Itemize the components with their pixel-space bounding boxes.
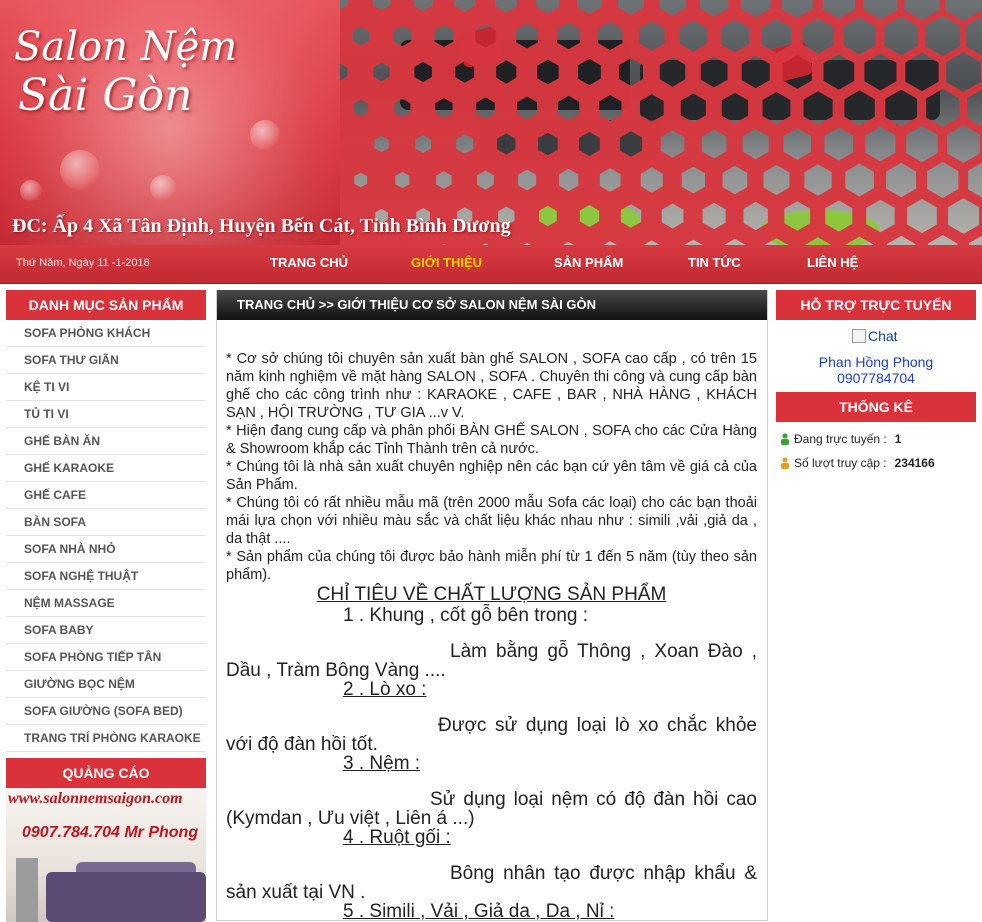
chat-alt-text: Chat	[868, 328, 898, 344]
quality-item-text: Làm bằng gỗ Thông , Xoan Đào , Dầu , Trà…	[226, 641, 757, 681]
quality-item-title-wrap: 3 . Nệm :	[226, 754, 757, 773]
quality-item-title-wrap: 5 . Simili , Vải , Giả da , Da , Nỉ :	[226, 901, 757, 921]
banner-bubble	[20, 180, 42, 202]
support-heading: HỖ TRỢ TRỰC TUYẾN	[776, 290, 976, 320]
nav-news[interactable]: TIN TỨC	[688, 255, 741, 270]
online-label: Đang trực tuyến :	[794, 432, 887, 446]
intro-paragraph: * Hiện đang cung cấp và phân phối BÀN GH…	[226, 423, 757, 457]
nav-contact[interactable]: LIÊN HỆ	[807, 255, 858, 270]
stats-heading: THỐNG KÊ	[776, 392, 976, 422]
category-item[interactable]: TRANG TRÍ PHÒNG KARAOKE	[6, 725, 206, 752]
quality-item-title: 5 . Simili , Vải , Giả da , Da , Nỉ :	[343, 901, 615, 921]
banner-bubble	[150, 175, 176, 201]
intro-paragraph: * Chúng tôi có rất nhiều mẫu mã (trên 20…	[226, 495, 757, 547]
category-item[interactable]: TỦ TI VI	[6, 401, 206, 428]
quality-heading: CHỈ TIÊU VỀ CHẤT LƯỢNG SẢN PHẨM	[316, 584, 667, 605]
category-item[interactable]: NỆM MASSAGE	[6, 590, 206, 617]
user-visits-icon	[781, 457, 789, 469]
online-stat: Đang trực tuyến : 1	[776, 432, 976, 446]
article-body: * Cơ sở chúng tôi chuyên sản xuất bàn gh…	[217, 320, 767, 921]
category-item[interactable]: SOFA PHÒNG TIẾP TÂN	[6, 644, 206, 671]
intro-paragraph: * Cơ sở chúng tôi chuyên sản xuất bàn gh…	[226, 351, 757, 421]
main-content: TRANG CHỦ >> GIỚI THIỆU CƠ SỞ SALON NỆM …	[216, 290, 768, 921]
hexagon-pattern	[340, 0, 982, 245]
visits-stat: Số lượt truy cập : 234166	[776, 456, 976, 470]
category-item[interactable]: SOFA THƯ GIÃN	[6, 347, 206, 374]
category-item[interactable]: GHẾ KARAOKE	[6, 455, 206, 482]
category-list: SOFA PHÒNG KHÁCH SOFA THƯ GIÃN KỆ TI VI …	[6, 320, 206, 752]
ad-lamp-image	[16, 858, 38, 922]
quality-item-title: 4 . Ruột gối :	[343, 827, 451, 848]
quality-item-text: Sử dụng loại nệm có độ đàn hồi cao (Kymd…	[226, 789, 757, 829]
category-item[interactable]: SOFA NGHỆ THUẬT	[6, 563, 206, 590]
user-online-icon	[781, 433, 789, 445]
right-sidebar: HỖ TRỢ TRỰC TUYẾN Chat Phan Hồng Phong 0…	[776, 290, 976, 470]
category-item[interactable]: GIƯỜNG BỌC NỆM	[6, 671, 206, 698]
quality-item-title: 2 . Lò xo :	[343, 679, 427, 700]
category-item[interactable]: SOFA PHÒNG KHÁCH	[6, 320, 206, 347]
breadcrumb: TRANG CHỦ >> GIỚI THIỆU CƠ SỞ SALON NỆM …	[217, 290, 767, 320]
ad-phone: 0907.784.704 Mr Phong	[22, 824, 199, 841]
support-contact: Phan Hồng Phong 0907784704	[776, 354, 976, 386]
category-item[interactable]: BÀN SOFA	[6, 509, 206, 536]
chat-button[interactable]: Chat	[852, 328, 976, 344]
banner-bubble	[250, 120, 280, 150]
nav-home[interactable]: TRANG CHỦ	[270, 255, 348, 270]
category-item[interactable]: GHẾ CAFE	[6, 482, 206, 509]
nav-products[interactable]: SẢN PHẨM	[554, 255, 623, 270]
ad-banner[interactable]: www.salonnemsaigon.com 0907.784.704 Mr P…	[6, 788, 206, 922]
intro-paragraph: * Chúng tôi là nhà sản xuất chuyên nghiệ…	[226, 459, 757, 493]
shop-address: ĐC: Ấp 4 Xã Tân Định, Huyện Bến Cát, Tỉn…	[12, 215, 511, 237]
quality-item-text: Được sử dụng loại lò xo chắc khỏe với độ…	[226, 715, 757, 755]
header-banner: Salon Nệm Sài Gòn ĐC: Ấp 4 Xã Tân Định, …	[0, 0, 982, 245]
support-name[interactable]: Phan Hồng Phong	[776, 354, 976, 370]
category-item[interactable]: GHẾ BÀN ĂN	[6, 428, 206, 455]
quality-item-text: Bông nhân tạo được nhập khẩu & sản xuất …	[226, 863, 757, 903]
quality-item-title: 3 . Nệm :	[343, 753, 421, 774]
category-item[interactable]: KỆ TI VI	[6, 374, 206, 401]
category-item[interactable]: SOFA NHÀ NHỎ	[6, 536, 206, 563]
intro-paragraph: * Sản phẩm của chúng tôi được bảo hành m…	[226, 549, 757, 583]
left-sidebar: DANH MỤC SẢN PHẨM SOFA PHÒNG KHÁCH SOFA …	[6, 290, 206, 922]
quality-item-title: 1 . Khung , cốt gỗ bên trong :	[343, 605, 589, 626]
site-logo-line1[interactable]: Salon Nệm	[14, 24, 237, 70]
online-count: 1	[894, 432, 902, 446]
category-item[interactable]: SOFA BABY	[6, 617, 206, 644]
site-logo-line2[interactable]: Sài Gòn	[18, 70, 192, 121]
main-navigation: Thứ Năm, Ngày 11 -1-2018 TRANG CHỦ GIỚI …	[0, 245, 982, 284]
quality-item-title-wrap: 2 . Lò xo :	[226, 680, 757, 699]
visits-label: Số lượt truy cập :	[794, 456, 887, 470]
support-phone[interactable]: 0907784704	[776, 370, 976, 386]
nav-about[interactable]: GIỚI THIỆU	[411, 255, 482, 270]
banner-bubble	[60, 150, 100, 190]
ads-heading: QUẢNG CÁO	[6, 758, 206, 788]
quality-item-title-wrap: 4 . Ruột gối :	[226, 828, 757, 847]
current-date: Thứ Năm, Ngày 11 -1-2018	[16, 257, 150, 269]
ad-url: www.salonnemsaigon.com	[8, 790, 183, 807]
category-heading: DANH MỤC SẢN PHẨM	[6, 290, 206, 320]
category-item[interactable]: SOFA GIƯỜNG (SOFA BED)	[6, 698, 206, 725]
visits-count: 234166	[894, 456, 935, 470]
broken-image-icon	[852, 329, 866, 343]
ad-sofa-image	[46, 872, 206, 922]
